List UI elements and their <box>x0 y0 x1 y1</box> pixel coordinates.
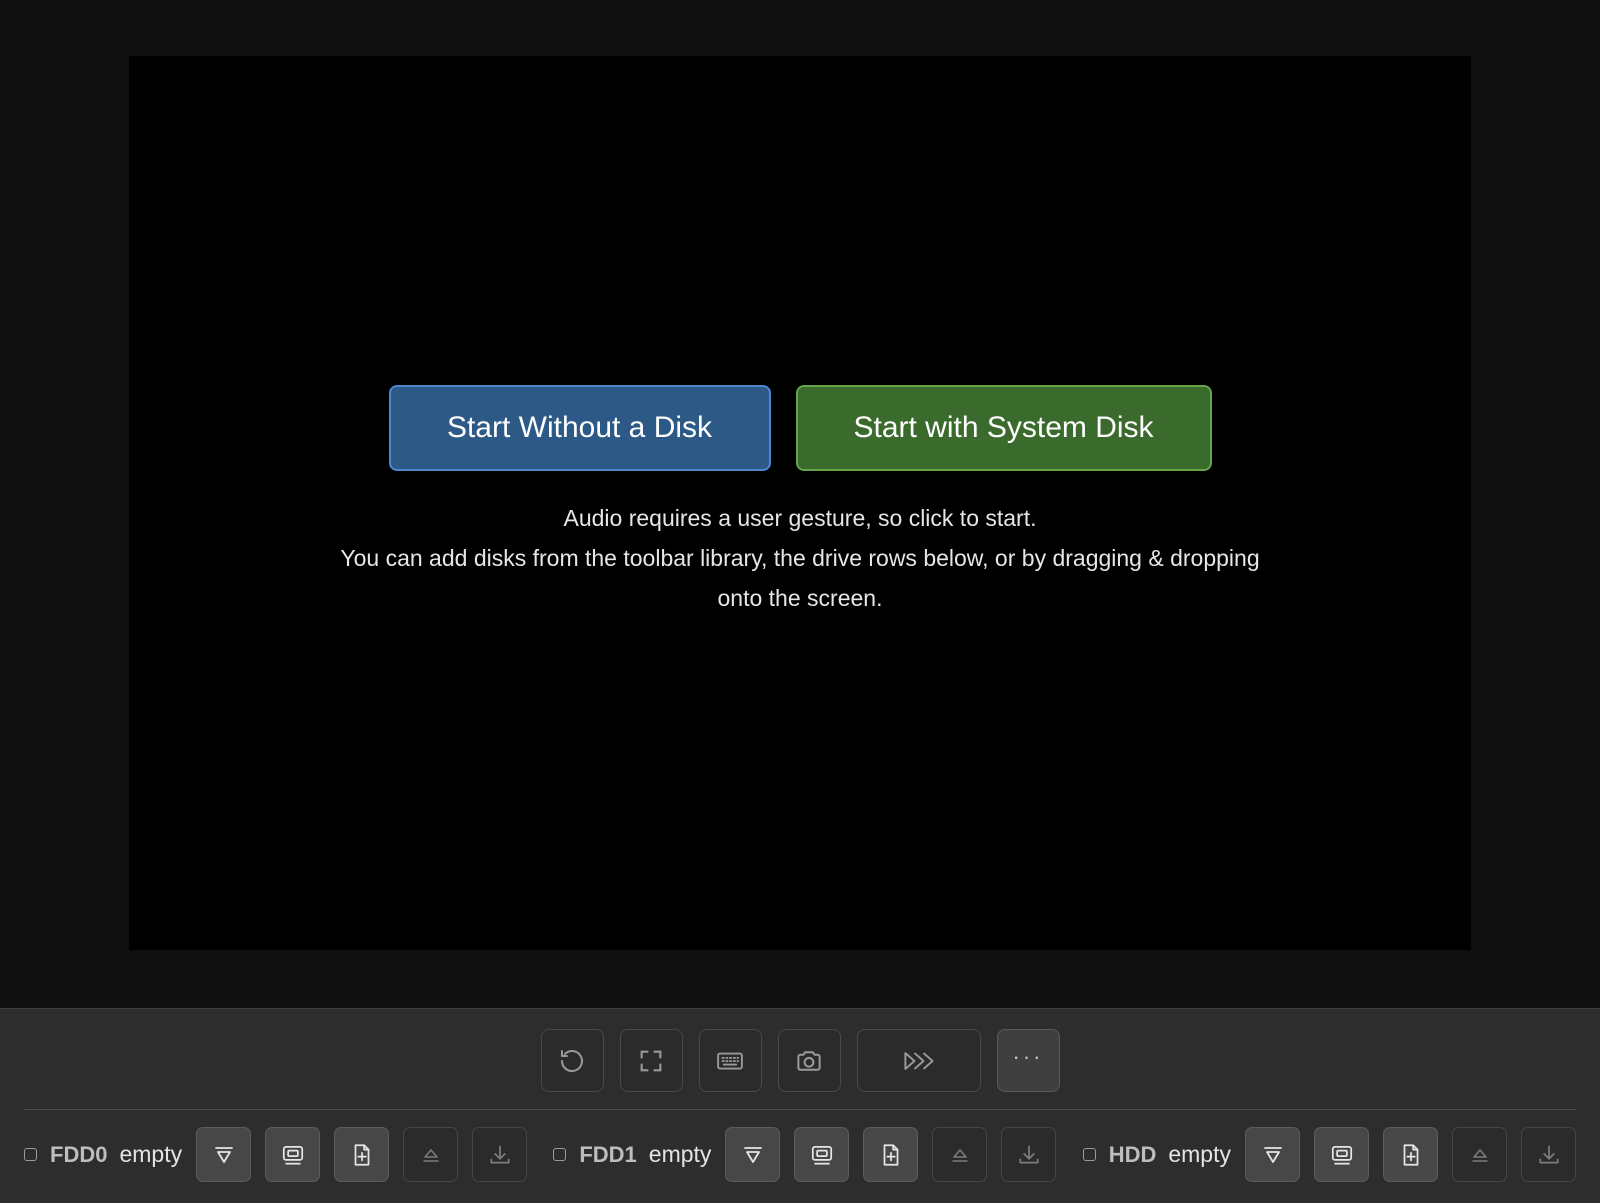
more-icon: ··· <box>1012 1043 1044 1069</box>
reset-button[interactable] <box>540 1029 604 1092</box>
fast-forward-button[interactable] <box>856 1029 981 1092</box>
disk-image-button[interactable] <box>794 1127 850 1182</box>
drive-status: empty <box>1168 1141 1231 1167</box>
drive-name: FDD1 <box>579 1141 637 1167</box>
start-with-system-disk-button[interactable]: Start with System Disk <box>795 385 1212 471</box>
keyboard-icon <box>715 1046 745 1076</box>
start-buttons: Start Without a Disk Start with System D… <box>129 385 1471 471</box>
fullscreen-button[interactable] <box>619 1029 683 1092</box>
new-file-icon <box>1398 1142 1424 1168</box>
eject-icon <box>1468 1143 1492 1167</box>
new-file-button[interactable] <box>1383 1127 1438 1182</box>
drive-name: HDD <box>1108 1141 1157 1167</box>
download-icon <box>1016 1142 1042 1168</box>
audio-gesture-note: Audio requires a user gesture, so click … <box>563 505 1037 531</box>
drive-checkbox[interactable] <box>1082 1148 1096 1161</box>
drive-checkbox[interactable] <box>24 1148 37 1161</box>
disk-image-icon <box>1329 1142 1355 1168</box>
screenshot-button[interactable] <box>777 1029 841 1092</box>
library-dropdown-button[interactable] <box>725 1127 781 1182</box>
disk-image-icon <box>809 1142 835 1168</box>
drive-rows: FDD0 empty FDD1 empty HDD empty <box>24 1127 1576 1182</box>
library-dropdown-button[interactable] <box>1245 1127 1300 1182</box>
drive-checkbox[interactable] <box>553 1148 567 1161</box>
more-button[interactable]: ··· <box>996 1029 1060 1092</box>
library-dropdown-icon <box>741 1143 765 1167</box>
start-without-disk-button[interactable]: Start Without a Disk <box>388 385 771 471</box>
control-panel: ··· FDD0 empty FDD1 empty HDD empty <box>0 1008 1600 1203</box>
eject-button[interactable] <box>932 1127 988 1182</box>
fast-forward-icon <box>902 1048 936 1074</box>
download-icon <box>1536 1142 1562 1168</box>
eject-icon <box>419 1143 443 1167</box>
drive-name: FDD0 <box>50 1141 108 1167</box>
eject-icon <box>948 1143 972 1167</box>
drive-status: empty <box>648 1141 712 1167</box>
camera-icon <box>794 1046 824 1076</box>
keyboard-button[interactable] <box>698 1029 762 1092</box>
download-button[interactable] <box>1521 1127 1576 1182</box>
download-icon <box>487 1142 513 1168</box>
library-dropdown-icon <box>212 1143 236 1167</box>
fullscreen-icon <box>637 1047 665 1075</box>
disk-image-button[interactable] <box>1314 1127 1369 1182</box>
emulator-screen[interactable]: Start Without a Disk Start with System D… <box>129 56 1471 950</box>
drive-status: empty <box>119 1141 183 1167</box>
drive-fdd1: FDD1 empty <box>553 1127 1057 1182</box>
download-button[interactable] <box>472 1127 528 1182</box>
download-button[interactable] <box>1001 1127 1057 1182</box>
new-file-icon <box>878 1142 904 1168</box>
disk-image-icon <box>280 1142 306 1168</box>
drive-hdd: HDD empty <box>1082 1127 1576 1182</box>
drive-fdd0: FDD0 empty <box>24 1127 528 1182</box>
new-file-button[interactable] <box>334 1127 390 1182</box>
library-dropdown-icon <box>1261 1143 1285 1167</box>
disk-add-hint: You can add disks from the toolbar libra… <box>340 545 1260 611</box>
reset-icon <box>557 1046 587 1076</box>
toolbar-divider <box>24 1109 1576 1110</box>
new-file-button[interactable] <box>863 1127 919 1182</box>
disk-image-button[interactable] <box>265 1127 321 1182</box>
eject-button[interactable] <box>1452 1127 1507 1182</box>
emulator-stage: Start Without a Disk Start with System D… <box>0 0 1600 1008</box>
new-file-icon <box>349 1142 375 1168</box>
eject-button[interactable] <box>403 1127 459 1182</box>
start-info: Audio requires a user gesture, so click … <box>129 498 1471 618</box>
library-dropdown-button[interactable] <box>196 1127 252 1182</box>
toolbar: ··· <box>0 1029 1600 1092</box>
